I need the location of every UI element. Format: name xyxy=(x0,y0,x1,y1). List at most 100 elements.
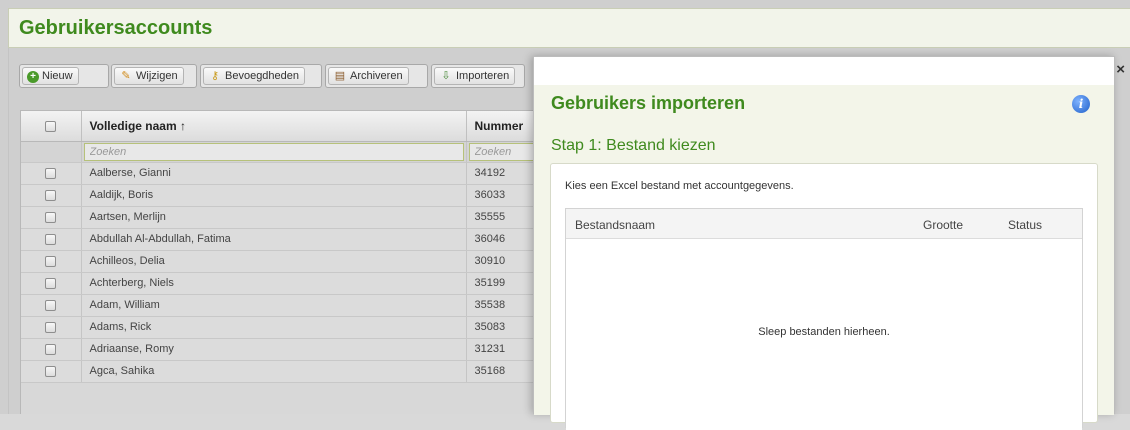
row-checkbox[interactable] xyxy=(45,211,57,223)
close-icon[interactable]: × xyxy=(1116,61,1125,78)
table-row[interactable]: Aartsen, Merlijn 35555 xyxy=(21,206,539,229)
row-number: 35199 xyxy=(466,272,539,295)
plus-circle-icon: + xyxy=(27,71,39,83)
column-header-number[interactable]: Nummer xyxy=(466,111,539,142)
archive-button-label: Archiveren xyxy=(350,70,403,82)
row-checkbox-cell xyxy=(21,162,82,185)
table-row[interactable]: Adam, William 35538 xyxy=(21,294,539,317)
row-name: Adams, Rick xyxy=(81,316,467,339)
table-row[interactable]: Abdullah Al-Abdullah, Fatima 36046 xyxy=(21,228,539,251)
row-checkbox-cell xyxy=(21,184,82,207)
table-row[interactable]: Aalberse, Gianni 34192 xyxy=(21,162,539,185)
file-table-header: Bestandsnaam Grootte Status xyxy=(566,209,1082,239)
file-drop-zone[interactable]: Sleep bestanden hierheen. xyxy=(566,240,1082,430)
row-checkbox-cell xyxy=(21,206,82,229)
row-number: 36046 xyxy=(466,228,539,251)
row-number: 34192 xyxy=(466,162,539,185)
row-name: Adam, William xyxy=(81,294,467,317)
row-number: 30910 xyxy=(466,250,539,273)
import-button-label: Importeren xyxy=(456,70,510,82)
table-row[interactable]: Adriaanse, Romy 31231 xyxy=(21,338,539,361)
permissions-button-label: Bevoegdheden xyxy=(225,70,300,82)
row-number: 35555 xyxy=(466,206,539,229)
title-bar: Gebruikersaccounts xyxy=(8,8,1130,48)
drop-zone-text: Sleep bestanden hierheen. xyxy=(758,326,890,338)
row-name: Aaldijk, Boris xyxy=(81,184,467,207)
archive-box-icon: ▤ xyxy=(334,70,346,82)
row-checkbox-cell xyxy=(21,360,82,383)
table-row[interactable]: Achterberg, Niels 35199 xyxy=(21,272,539,295)
dialog-body: Gebruikers importeren i Stap 1: Bestand … xyxy=(534,85,1114,430)
row-checkbox-cell xyxy=(21,250,82,273)
row-number: 35538 xyxy=(466,294,539,317)
file-column-filename: Bestandsnaam xyxy=(575,218,656,232)
table-row[interactable]: Aaldijk, Boris 36033 xyxy=(21,184,539,207)
dialog-header-strip xyxy=(534,57,1114,85)
row-checkbox[interactable] xyxy=(45,277,57,289)
table-row[interactable]: Achilleos, Delia 30910 xyxy=(21,250,539,273)
row-number: 35168 xyxy=(466,360,539,383)
edit-button-label: Wijzigen xyxy=(136,70,178,82)
search-cell-number xyxy=(466,141,539,163)
page-title: Gebruikersaccounts xyxy=(19,17,213,39)
toolbar-group-edit: ✎ Wijzigen xyxy=(111,64,197,88)
row-number: 31231 xyxy=(466,338,539,361)
toolbar-group-permissions: ⚷ Bevoegdheden xyxy=(200,64,322,88)
edit-button[interactable]: ✎ Wijzigen xyxy=(114,67,184,85)
row-checkbox-cell xyxy=(21,294,82,317)
column-header-name[interactable]: Volledige naam ↑ xyxy=(81,111,467,142)
file-column-size: Grootte xyxy=(923,218,964,232)
toolbar-group-import: ⇩ Importeren xyxy=(431,64,525,88)
import-dialog: Gebruikers importeren i Stap 1: Bestand … xyxy=(533,56,1115,430)
toolbar: + Nieuw ✎ Wijzigen ⚷ Bevoegdheden ▤ Archiver… xyxy=(19,64,539,88)
file-column-status: Status xyxy=(1008,218,1043,232)
row-checkbox-cell xyxy=(21,338,82,361)
users-table: Volledige naam ↑ Nummer Aalberse, Gianni… xyxy=(20,110,540,414)
import-icon: ⇩ xyxy=(441,70,451,82)
row-checkbox[interactable] xyxy=(45,233,57,245)
toolbar-group-archive: ▤ Archiveren xyxy=(325,64,428,88)
search-row-empty-cell xyxy=(21,141,82,163)
step-title: Stap 1: Bestand kiezen xyxy=(551,137,716,154)
row-name: Agca, Sahika xyxy=(81,360,467,383)
permissions-button[interactable]: ⚷ Bevoegdheden xyxy=(203,67,306,85)
step-description: Kies een Excel bestand met accountgegeve… xyxy=(565,180,794,192)
archive-button[interactable]: ▤ Archiveren xyxy=(328,67,409,85)
row-checkbox-cell xyxy=(21,228,82,251)
select-all-checkbox[interactable] xyxy=(45,121,57,133)
key-icon: ⚷ xyxy=(210,70,220,82)
row-number: 36033 xyxy=(466,184,539,207)
page-background: Gebruikersaccounts + Nieuw ✎ Wijzigen ⚷ Bev… xyxy=(0,0,1130,430)
select-all-cell xyxy=(21,111,82,142)
new-button[interactable]: + Nieuw xyxy=(22,67,79,85)
row-checkbox[interactable] xyxy=(45,321,57,333)
search-input-number[interactable] xyxy=(468,142,536,161)
row-checkbox[interactable] xyxy=(45,189,57,201)
row-checkbox-cell xyxy=(21,316,82,339)
row-checkbox-cell xyxy=(21,272,82,295)
row-name: Achilleos, Delia xyxy=(81,250,467,273)
import-button[interactable]: ⇩ Importeren xyxy=(434,67,516,85)
row-name: Aalberse, Gianni xyxy=(81,162,467,185)
search-row xyxy=(21,141,539,163)
info-icon[interactable]: i xyxy=(1072,95,1090,113)
search-input-name[interactable] xyxy=(83,142,464,161)
row-name: Abdullah Al-Abdullah, Fatima xyxy=(81,228,467,251)
row-checkbox[interactable] xyxy=(45,365,57,377)
table-header-row: Volledige naam ↑ Nummer xyxy=(21,111,539,142)
row-checkbox[interactable] xyxy=(45,255,57,267)
row-checkbox[interactable] xyxy=(45,343,57,355)
row-checkbox[interactable] xyxy=(45,167,57,179)
new-button-label: Nieuw xyxy=(42,70,73,82)
file-table: Bestandsnaam Grootte Status Sleep bestan… xyxy=(565,208,1083,430)
search-cell-name xyxy=(81,141,467,163)
row-number: 35083 xyxy=(466,316,539,339)
dialog-title: Gebruikers importeren xyxy=(551,93,746,113)
table-row[interactable]: Agca, Sahika 35168 xyxy=(21,360,539,383)
step-panel: Kies een Excel bestand met accountgegeve… xyxy=(550,163,1098,430)
row-name: Adriaanse, Romy xyxy=(81,338,467,361)
toolbar-group-new: + Nieuw xyxy=(19,64,109,88)
row-name: Achterberg, Niels xyxy=(81,272,467,295)
row-checkbox[interactable] xyxy=(45,299,57,311)
table-row[interactable]: Adams, Rick 35083 xyxy=(21,316,539,339)
